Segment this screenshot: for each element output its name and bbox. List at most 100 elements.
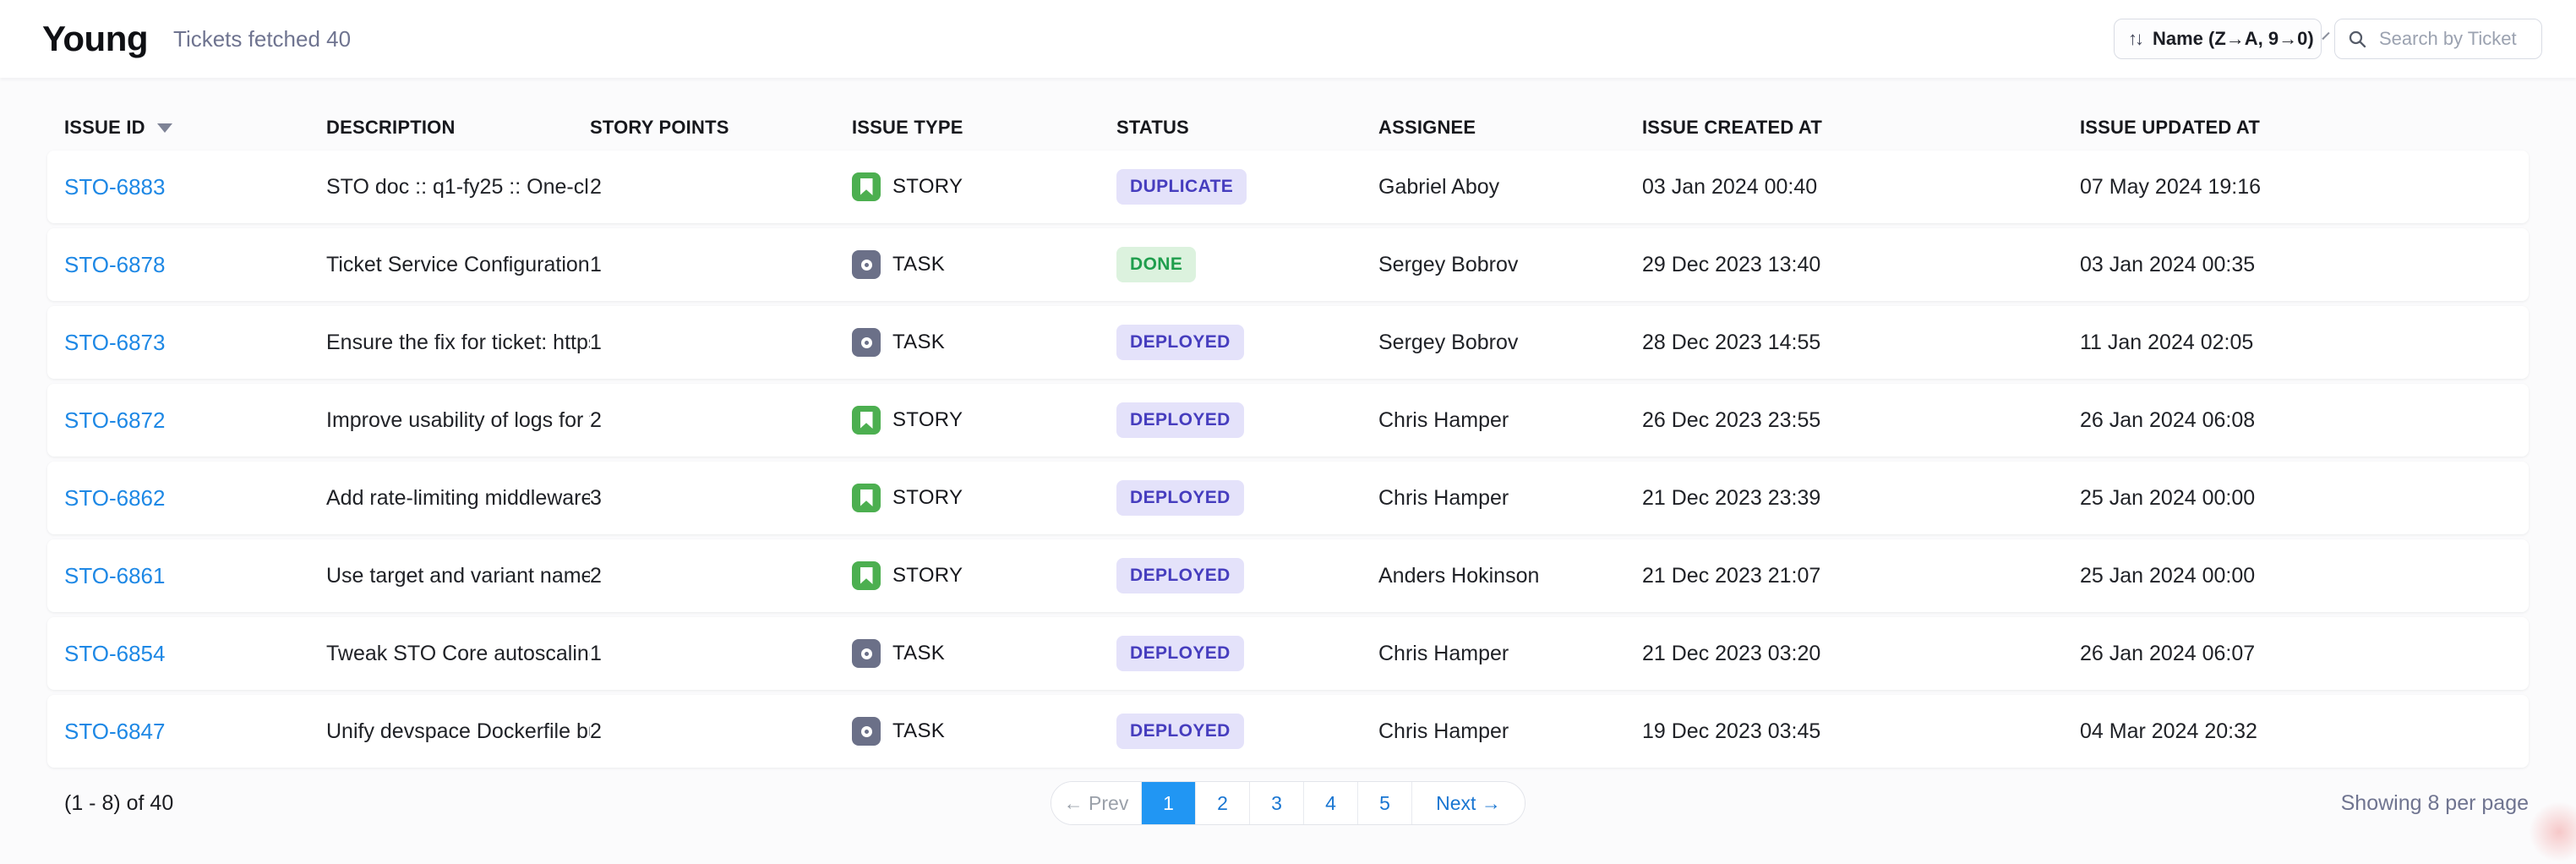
table-row: STO-6861 Use target and variant name sea… [47,539,2529,612]
issue-id-link[interactable]: STO-6854 [64,641,165,666]
page-button-1[interactable]: 1 [1141,782,1195,824]
issue-created-at: 19 Dec 2023 03:45 [1642,719,2080,744]
table-header-row: ISSUE ID DESCRIPTION STORY POINTS ISSUE … [47,108,2529,147]
table-area: ISSUE ID DESCRIPTION STORY POINTS ISSUE … [0,78,2576,864]
table-row: STO-6847 Unify devspace Dockerfile build… [47,695,2529,768]
issue-description: STO doc :: q1-fy25 :: One-click e... [326,175,590,200]
issue-description: Use target and variant name sear... [326,564,590,588]
top-bar: Young Tickets fetched 40 ↑↓ Name (Z→A, 9… [0,0,2576,78]
status-badge: DEPLOYED [1116,714,1244,749]
status-badge: DEPLOYED [1116,402,1244,438]
task-icon [852,717,881,746]
issue-id-link[interactable]: STO-6878 [64,252,165,277]
next-page-button[interactable]: Next → [1411,782,1525,824]
issue-created-at: 29 Dec 2023 13:40 [1642,253,2080,277]
issue-type-label: STORY [892,408,963,432]
issue-id-link[interactable]: STO-6883 [64,174,165,200]
page-button-3[interactable]: 3 [1249,782,1303,824]
column-header-issue-type: ISSUE TYPE [852,117,1116,139]
issue-id-link[interactable]: STO-6873 [64,330,165,355]
issue-updated-at: 07 May 2024 19:16 [2080,175,2512,200]
assignee-name: Chris Hamper [1378,642,1642,666]
issue-description: Ticket Service Configuration [326,253,590,277]
issue-type-label: STORY [892,564,963,588]
sort-arrows-icon: ↑↓ [2128,28,2142,50]
column-header-label: ISSUE ID [64,117,145,139]
table-row: STO-6873 Ensure the fix for ticket: http… [47,306,2529,379]
issue-type-cell: STORY [852,561,1116,590]
assignee-name: Chris Hamper [1378,408,1642,433]
issue-id-link[interactable]: STO-6847 [64,719,165,744]
results-range-label: (1 - 8) of 40 [64,791,173,816]
column-header-story-points: STORY POINTS [590,117,852,139]
issue-description: Tweak STO Core autoscaling par... [326,642,590,666]
issue-updated-at: 04 Mar 2024 20:32 [2080,719,2512,744]
issue-description: Add rate-limiting middleware to S... [326,486,590,511]
status-badge: DEPLOYED [1116,480,1244,516]
issue-updated-at: 03 Jan 2024 00:35 [2080,253,2512,277]
issue-created-at: 26 Dec 2023 23:55 [1642,408,2080,433]
status-badge: DONE [1116,247,1196,282]
story-icon [852,406,881,435]
table-body: STO-6883 STO doc :: q1-fy25 :: One-click… [47,150,2529,768]
issue-updated-at: 26 Jan 2024 06:07 [2080,642,2512,666]
issue-type-label: STORY [892,486,963,510]
column-header-assignee: ASSIGNEE [1378,117,1642,139]
issue-id-link[interactable]: STO-6872 [64,407,165,433]
issue-type-label: TASK [892,331,945,354]
issue-updated-at: 25 Jan 2024 00:00 [2080,486,2512,511]
story-icon [852,484,881,512]
issue-description: Unify devspace Dockerfile build [326,719,590,744]
search-box [2334,19,2542,59]
task-icon [852,250,881,279]
issue-updated-at: 25 Jan 2024 00:00 [2080,564,2512,588]
issue-description: Improve usability of logs for failur... [326,408,590,433]
issue-created-at: 21 Dec 2023 03:20 [1642,642,2080,666]
issue-created-at: 21 Dec 2023 23:39 [1642,486,2080,511]
assignee-name: Sergey Bobrov [1378,253,1642,277]
sort-dropdown[interactable]: ↑↓ Name (Z→A, 9→0) [2114,19,2322,59]
column-header-issue-id[interactable]: ISSUE ID [64,117,326,139]
issue-description: Ensure the fix for ticket: https://h... [326,331,590,355]
search-icon [2347,29,2367,49]
story-points-value: 1 [590,642,852,666]
story-points-value: 3 [590,486,852,511]
page-button-2[interactable]: 2 [1195,782,1249,824]
issue-created-at: 28 Dec 2023 14:55 [1642,331,2080,355]
issue-created-at: 21 Dec 2023 21:07 [1642,564,2080,588]
story-points-value: 2 [590,564,852,588]
story-points-value: 1 [590,331,852,355]
issue-id-link[interactable]: STO-6861 [64,563,165,588]
column-header-description: DESCRIPTION [326,117,590,139]
issue-updated-at: 11 Jan 2024 02:05 [2080,331,2512,355]
story-icon [852,172,881,201]
story-icon [852,561,881,590]
per-page-label: Showing 8 per page [2341,791,2529,816]
issue-type-cell: STORY [852,484,1116,512]
issue-type-cell: STORY [852,172,1116,201]
issue-type-label: TASK [892,642,945,665]
issue-created-at: 03 Jan 2024 00:40 [1642,175,2080,200]
tickets-fetched-label: Tickets fetched 40 [173,26,351,52]
table-row: STO-6872 Improve usability of logs for f… [47,384,2529,457]
sort-desc-triangle-icon [157,123,172,133]
assignee-name: Anders Hokinson [1378,564,1642,588]
column-header-issue-updated-at: ISSUE UPDATED AT [2080,117,2512,139]
table-row: STO-6878 Ticket Service Configuration 1 … [47,228,2529,301]
task-icon [852,639,881,668]
issue-id-link[interactable]: STO-6862 [64,485,165,511]
table-row: STO-6862 Add rate-limiting middleware to… [47,462,2529,534]
page-button-4[interactable]: 4 [1303,782,1357,824]
column-header-status: STATUS [1116,117,1378,139]
prev-page-button[interactable]: ← Prev [1051,782,1141,824]
page-button-5[interactable]: 5 [1357,782,1411,824]
issue-type-cell: TASK [852,328,1116,357]
status-badge: DEPLOYED [1116,558,1244,593]
sort-selected-value: Name (Z→A, 9→0) [2153,28,2314,50]
table-row: STO-6883 STO doc :: q1-fy25 :: One-click… [47,150,2529,223]
search-input[interactable] [2377,27,2530,51]
story-points-value: 2 [590,408,852,433]
status-badge: DEPLOYED [1116,636,1244,671]
issue-type-cell: STORY [852,406,1116,435]
assignee-name: Sergey Bobrov [1378,331,1642,355]
